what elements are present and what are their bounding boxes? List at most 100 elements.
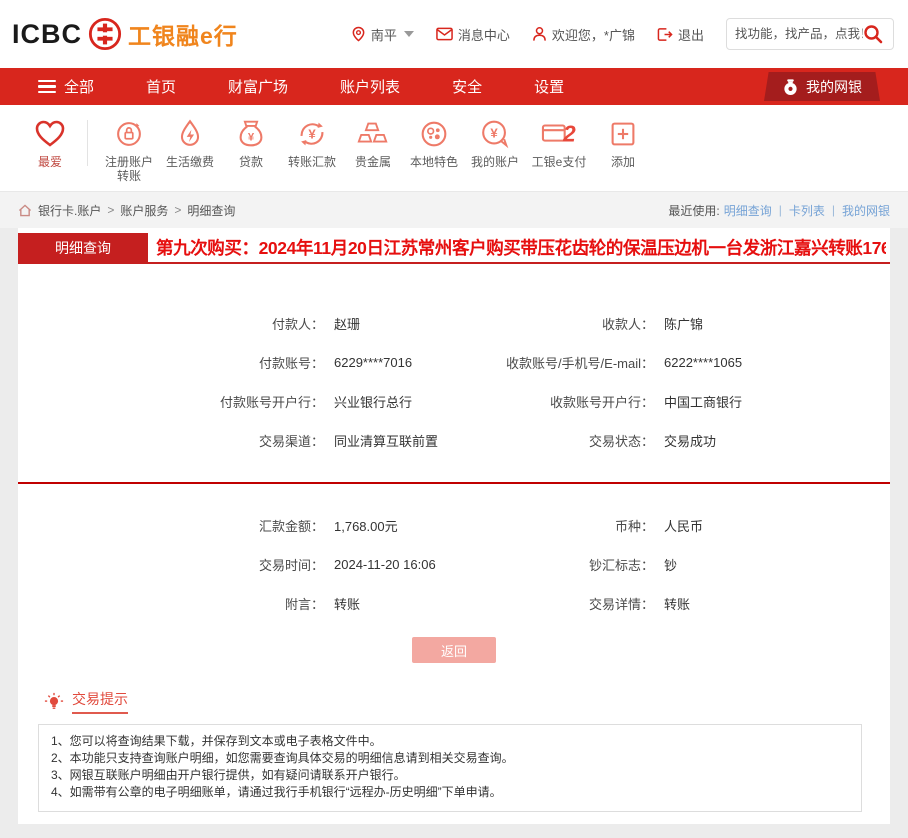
promo-headline: 第九次购买：2024年11月20日江苏常州客户购买带压花齿轮的保温压边机一台发浙… xyxy=(156,235,886,260)
nav-item-settings[interactable]: 设置 xyxy=(534,76,564,97)
tips-title: 交易提示 xyxy=(72,689,128,714)
shortcut-local-feature-label: 本地特色 xyxy=(410,155,458,169)
svg-text:2: 2 xyxy=(562,121,576,147)
location-pin-icon xyxy=(351,26,366,42)
nav-security-label: 安全 xyxy=(452,76,482,97)
shortcut-bar: 最爱 注册账户转账 生活缴费 ¥ 贷款 ¥ 转账汇款 贵金属 本地特色 xyxy=(0,105,908,192)
shortcut-register-transfer[interactable]: 注册账户转账 xyxy=(100,117,158,183)
location-label: 南平 xyxy=(371,25,397,44)
status-label: 交易状态： xyxy=(454,431,654,450)
shortcut-living-payment-label: 生活缴费 xyxy=(166,155,214,169)
search-box xyxy=(726,18,894,50)
nav-item-wealth[interactable]: 财富广场 xyxy=(228,76,288,97)
hamburger-icon xyxy=(38,77,56,97)
detail-row: 付款账号： 6229****7016 收款账号/手机号/E-mail： 6222**… xyxy=(18,343,890,382)
shortcut-my-account[interactable]: ¥ 我的账户 xyxy=(466,117,524,169)
shortcut-precious-metal-label: 贵金属 xyxy=(355,155,391,169)
shortcut-add[interactable]: 添加 xyxy=(594,117,652,169)
home-icon xyxy=(18,204,32,217)
shortcut-transfer-remit-label: 转账汇款 xyxy=(288,155,336,169)
payee-bank-label: 收款账号开户行： xyxy=(454,392,654,411)
main-content: 明细查询 第九次购买：2024年11月20日江苏常州客户购买带压花齿轮的保温压边… xyxy=(0,228,908,824)
recent-link-my-ebank[interactable]: 我的网银 xyxy=(842,202,890,219)
tab-label: 明细查询 xyxy=(55,238,111,258)
shortcut-loan[interactable]: ¥ 贷款 xyxy=(222,117,280,169)
loan-icon: ¥ xyxy=(234,117,268,151)
nav-wealth-label: 财富广场 xyxy=(228,76,288,97)
currency-value: 人民币 xyxy=(664,516,703,535)
chevron-down-icon xyxy=(404,31,414,37)
shortcut-living-payment[interactable]: 生活缴费 xyxy=(161,117,219,169)
txn-detail-value: 转账 xyxy=(664,594,690,613)
user-welcome[interactable]: 欢迎您，*广锦 xyxy=(532,25,635,44)
tips-header: 交易提示 xyxy=(44,689,890,714)
payee-account-label: 收款账号/手机号/E-mail： xyxy=(454,353,654,372)
svg-text:¥: ¥ xyxy=(308,127,316,142)
detail-row: 附言：转账 交易详情：转账 xyxy=(18,584,890,623)
my-account-icon: ¥ xyxy=(478,117,512,151)
breadcrumb-row: 银行卡.账户 > 账户服务 > 明细查询 最近使用: 明细查询 | 卡列表 | … xyxy=(0,192,908,228)
nav-all-label: 全部 xyxy=(64,76,94,97)
icbc-emblem-icon xyxy=(88,17,122,51)
currency-label: 币种： xyxy=(454,516,654,535)
location-selector[interactable]: 南平 xyxy=(351,25,414,44)
living-payment-icon xyxy=(173,117,207,151)
nav-item-security[interactable]: 安全 xyxy=(452,76,482,97)
shortcut-epay-label: 工银e支付 xyxy=(532,155,587,169)
brand-logo: ICBC 工银融e行 xyxy=(12,17,238,51)
shortcut-precious-metal[interactable]: 贵金属 xyxy=(344,117,402,169)
payer-account-label: 付款账号： xyxy=(18,353,324,372)
icbc-logo-text: ICBC xyxy=(12,19,82,50)
add-icon xyxy=(606,117,640,151)
detail-row: 汇款金额： 1,768.00元 币种： 人民币 xyxy=(18,506,890,545)
recent-link-detail-query[interactable]: 明细查询 xyxy=(724,202,772,219)
payer-bank-value: 兴业银行总行 xyxy=(334,392,412,411)
message-center-link[interactable]: 消息中心 xyxy=(436,25,510,44)
search-icon[interactable] xyxy=(863,24,883,44)
breadcrumb-level2[interactable]: 账户服务 xyxy=(120,202,168,219)
transfer-remit-icon: ¥ xyxy=(295,117,329,151)
nav-item-accounts[interactable]: 账户列表 xyxy=(340,76,400,97)
status-value: 交易成功 xyxy=(664,431,716,450)
payer-bank-label: 付款账号开户行： xyxy=(18,392,324,411)
svg-text:¥: ¥ xyxy=(490,125,498,140)
money-bag-icon xyxy=(782,77,799,96)
time-value: 2024-11-20 16:06 xyxy=(334,557,436,572)
detail-section-1: 付款人：赵珊 收款人：陈广锦 付款账号： 6229****7016 收款账号/手机… xyxy=(18,264,890,460)
detail-row: 付款人：赵珊 收款人：陈广锦 xyxy=(18,304,890,343)
logout-button[interactable]: 退出 xyxy=(657,25,704,44)
shortcut-epay[interactable]: 2 工银e支付 xyxy=(527,117,591,169)
tab-detail-query[interactable]: 明细查询 xyxy=(18,233,148,262)
divider xyxy=(87,120,88,166)
nav-item-all[interactable]: 全部 xyxy=(38,76,94,97)
tips-box: 1、您可以将查询结果下载，并保存到文本或电子表格文件中。 2、本功能只支持查询账… xyxy=(38,724,862,812)
svg-text:¥: ¥ xyxy=(248,132,255,144)
amount-label: 汇款金额： xyxy=(18,516,324,535)
memo-value: 转账 xyxy=(334,594,360,613)
recent-link-card-list[interactable]: 卡列表 xyxy=(789,202,825,219)
page-bottom xyxy=(0,824,908,838)
amount-value: 1,768.00元 xyxy=(334,516,398,535)
shortcut-favorite[interactable]: 最爱 xyxy=(22,117,78,169)
payee-account-value: 6222****1065 xyxy=(664,355,742,370)
txn-detail-label: 交易详情： xyxy=(454,594,654,613)
payee-value: 陈广锦 xyxy=(664,314,703,333)
nav-item-home[interactable]: 首页 xyxy=(146,76,176,97)
payer-account-value: 6229****7016 xyxy=(334,355,412,370)
shortcut-local-feature[interactable]: 本地特色 xyxy=(405,117,463,169)
detail-section-2: 汇款金额： 1,768.00元 币种： 人民币 交易时间： 2024-11-20 16… xyxy=(18,484,890,623)
top-header: ICBC 工银融e行 南平 消息中心 欢迎您，*广锦 xyxy=(0,0,908,68)
my-ebank-button[interactable]: 我的网银 xyxy=(764,72,880,101)
breadcrumb-level1[interactable]: 银行卡.账户 xyxy=(38,202,101,219)
back-button[interactable]: 返回 xyxy=(412,637,496,663)
welcome-label: 欢迎您，*广锦 xyxy=(552,25,635,44)
shortcut-register-transfer-label: 注册账户转账 xyxy=(103,155,155,183)
logout-label: 退出 xyxy=(678,25,704,44)
shortcut-my-account-label: 我的账户 xyxy=(471,155,519,169)
time-label: 交易时间： xyxy=(18,555,324,574)
shortcut-transfer-remit[interactable]: ¥ 转账汇款 xyxy=(283,117,341,169)
search-input[interactable] xyxy=(735,27,863,41)
brand-name-text: 工银融e行 xyxy=(128,17,238,51)
register-transfer-icon xyxy=(112,117,146,151)
recent-used-label: 最近使用: xyxy=(668,202,719,219)
